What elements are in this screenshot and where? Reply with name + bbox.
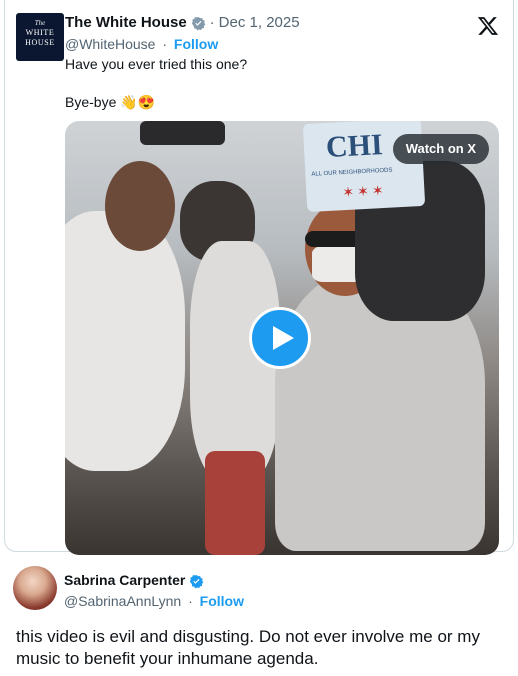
play-icon	[273, 326, 294, 350]
sign-subtext: ALL OUR NEIGHBORHOODS	[311, 167, 393, 178]
post-author-handle[interactable]: @WhiteHouse	[65, 36, 155, 52]
post-text-byebye: Bye-bye	[65, 94, 117, 110]
reply-author-name[interactable]: Sabrina Carpenter	[64, 572, 185, 588]
post-handle-row: @WhiteHouse · Follow	[65, 36, 218, 52]
post-text-line2: Bye-bye 👋😍	[65, 94, 155, 111]
follow-button[interactable]: Follow	[174, 36, 218, 52]
post-author-row: The White House · Dec 1, 2025	[65, 14, 300, 31]
avatar-logo-line1: WHITE	[25, 28, 55, 37]
scene-phone	[140, 121, 225, 145]
reply-handle-separator: ·	[188, 593, 193, 609]
date-separator: ·	[209, 14, 215, 31]
verified-badge-icon	[191, 16, 206, 31]
reply-text: this video is evil and disgusting. Do no…	[16, 627, 480, 668]
scene-head-left	[105, 161, 175, 251]
scene-red-pants	[205, 451, 265, 555]
embedded-post-card: The WHITE HOUSE The White House · Dec 1,…	[4, 0, 514, 555]
verified-badge-icon	[189, 574, 204, 589]
watch-on-x-button[interactable]: Watch on X	[392, 134, 489, 164]
avatar-logo-line2: HOUSE	[25, 38, 55, 47]
white-house-avatar[interactable]: The WHITE HOUSE	[16, 13, 64, 61]
post-text-line1: Have you ever tried this one?	[65, 56, 248, 72]
reply-author-handle[interactable]: @SabrinaAnnLynn	[64, 593, 181, 609]
video-player[interactable]: CHI ALL OUR NEIGHBORHOODS ✶✶✶ Watch on X	[65, 121, 499, 555]
post-text-emojis: 👋😍	[120, 94, 156, 110]
sign-stars: ✶✶✶	[341, 181, 387, 201]
avatar-seal-text: The	[34, 19, 46, 27]
scene-person-left	[65, 211, 185, 471]
post-author-name[interactable]: The White House	[65, 14, 187, 31]
x-logo-icon[interactable]	[477, 15, 499, 37]
handle-separator: ·	[162, 36, 168, 52]
reply-author-avatar[interactable]	[13, 566, 57, 610]
reply-follow-button[interactable]: Follow	[200, 593, 244, 609]
reply-author-row: Sabrina Carpenter	[64, 572, 204, 588]
post-date[interactable]: Dec 1, 2025	[219, 14, 300, 31]
sign-text: CHI	[325, 128, 384, 164]
play-button[interactable]	[249, 307, 311, 369]
reply-handle-row: @SabrinaAnnLynn · Follow	[64, 593, 244, 609]
